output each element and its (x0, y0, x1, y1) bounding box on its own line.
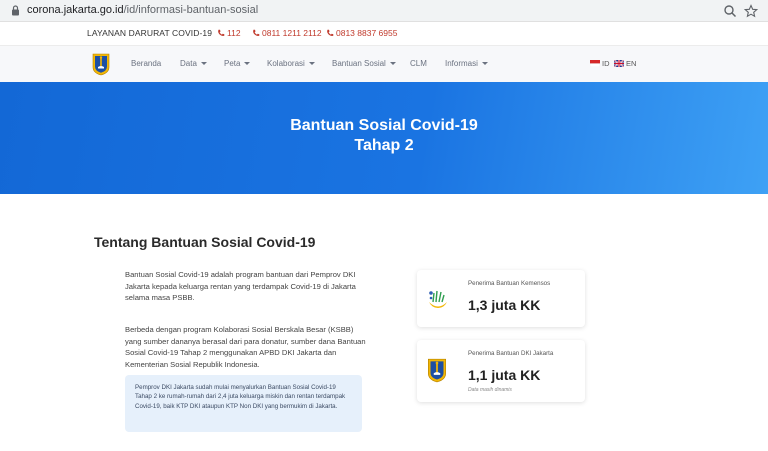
dki-jakarta-emblem-icon (428, 358, 446, 383)
nav-informasi[interactable]: Informasi (445, 59, 488, 68)
zoom-icon[interactable] (723, 4, 737, 18)
chevron-down-icon (308, 62, 315, 65)
nav-data[interactable]: Data (180, 59, 207, 68)
info-callout: Pemprov DKI Jakarta sudah mulai menyalur… (125, 375, 362, 432)
chevron-down-icon (481, 62, 488, 65)
emergency-phone-1[interactable]: 112 (217, 28, 241, 38)
lang-id-toggle[interactable]: ID (590, 59, 610, 68)
indonesia-flag-icon (590, 60, 600, 67)
lang-en-toggle[interactable]: EN (614, 59, 636, 68)
nav-kolaborasi[interactable]: Kolaborasi (267, 59, 315, 68)
emergency-strip: LAYANAN DARURAT COVID-19 112 0811 1211 2… (0, 22, 768, 45)
card-label: Penerima Bantuan DKI Jakarta (468, 350, 554, 357)
emergency-phone-3[interactable]: 0813 8837 6955 (326, 28, 397, 38)
bookmark-star-icon[interactable] (744, 4, 758, 18)
card-label: Penerima Bantuan Kemensos (468, 280, 551, 287)
lock-icon (12, 5, 19, 16)
card-value: 1,1 juta KK (468, 367, 541, 383)
stat-card-kemensos: Penerima Bantuan Kemensos 1,3 juta KK (417, 270, 585, 327)
chevron-down-icon (200, 62, 207, 65)
card-value: 1,3 juta KK (468, 297, 541, 313)
stat-card-dki: Penerima Bantuan DKI Jakarta 1,1 juta KK… (417, 340, 585, 402)
main-content: Tentang Bantuan Sosial Covid-19 Bantuan … (0, 194, 768, 451)
emergency-title: LAYANAN DARURAT COVID-19 (87, 28, 213, 38)
emergency-phone-2[interactable]: 0811 1211 2112 (252, 28, 322, 38)
card-note: Data masih dinamis (468, 387, 512, 393)
phone-icon (218, 29, 225, 36)
url-text[interactable]: corona.jakarta.go.id/id/informasi-bantua… (27, 4, 258, 16)
about-paragraph-2: Berbeda dengan program Kolaborasi Sosial… (125, 325, 366, 369)
phone-icon (327, 29, 334, 36)
about-paragraph-1: Bantuan Sosial Covid-19 adalah program b… (125, 270, 356, 302)
kemensos-logo-icon (429, 290, 447, 308)
nav-peta[interactable]: Peta (224, 59, 251, 68)
nav-clm[interactable]: CLM (410, 59, 427, 68)
browser-address-bar[interactable]: corona.jakarta.go.id/id/informasi-bantua… (0, 0, 768, 22)
nav-bantuan-sosial[interactable]: Bantuan Sosial (332, 59, 396, 68)
uk-flag-icon (614, 60, 624, 67)
hero-banner: Bantuan Sosial Covid-19 Tahap 2 (0, 82, 768, 194)
chevron-down-icon (389, 62, 396, 65)
hero-title-line-1: Bantuan Sosial Covid-19 (290, 117, 478, 134)
dki-jakarta-logo-icon[interactable] (92, 52, 110, 76)
main-navbar: Beranda Data Peta Kolaborasi Bantuan Sos… (0, 45, 768, 82)
phone-icon (253, 29, 260, 36)
chevron-down-icon (244, 62, 251, 65)
section-heading: Tentang Bantuan Sosial Covid-19 (94, 234, 316, 250)
hero-title-line-2: Tahap 2 (354, 137, 414, 154)
nav-beranda[interactable]: Beranda (131, 59, 161, 68)
